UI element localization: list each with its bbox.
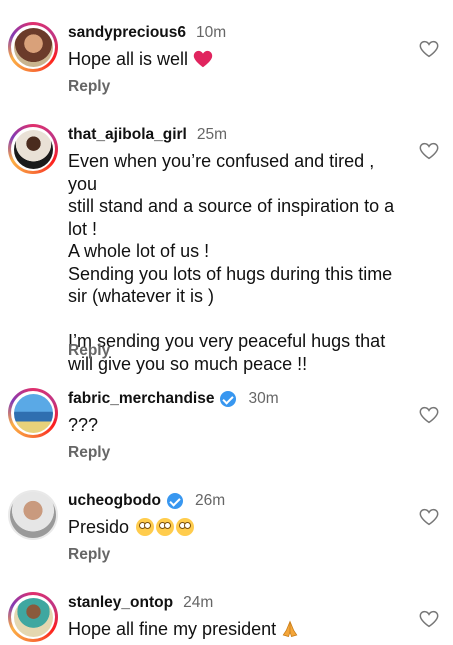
avatar[interactable]: [8, 124, 58, 174]
verified-badge-icon: [220, 391, 237, 407]
verified-badge-icon: [167, 493, 183, 509]
username[interactable]: ucheogbodo: [68, 492, 161, 510]
timestamp: 26m: [195, 492, 226, 509]
rolling-eyes-emoji-icon: [176, 518, 195, 536]
comment-list: sandyprecious6 10m Hope all is well Repl…: [0, 0, 453, 645]
comment-text: Hope all fine my president: [68, 618, 408, 641]
like-heart-icon[interactable]: [419, 40, 439, 58]
like-heart-icon[interactable]: [419, 610, 439, 628]
comment-text: Presido: [68, 516, 408, 539]
comment-text: Even when you’re confused and tired , yo…: [68, 151, 395, 374]
red-heart-emoji-icon: [193, 50, 213, 68]
like-heart-icon[interactable]: [419, 508, 439, 526]
avatar[interactable]: [8, 22, 58, 72]
username[interactable]: fabric_merchandise: [68, 390, 214, 408]
rolling-eyes-emoji-icon: [136, 518, 155, 536]
reply-button[interactable]: Reply: [68, 78, 110, 96]
avatar[interactable]: [8, 388, 58, 438]
reply-button[interactable]: Reply: [68, 546, 110, 564]
rolling-eyes-emoji-icon: [156, 518, 175, 536]
username[interactable]: sandyprecious6: [68, 24, 186, 42]
timestamp: 30m: [248, 390, 279, 407]
reply-button[interactable]: Reply: [68, 342, 110, 360]
like-heart-icon[interactable]: [419, 406, 439, 424]
username[interactable]: stanley_ontop: [68, 594, 173, 612]
timestamp: 10m: [196, 24, 227, 41]
username[interactable]: that_ajibola_girl: [68, 126, 187, 144]
comment-text: ???: [68, 415, 99, 435]
timestamp: 24m: [183, 594, 214, 611]
avatar[interactable]: [8, 592, 58, 642]
like-heart-icon[interactable]: [419, 142, 439, 160]
folded-hands-emoji-icon: [282, 620, 298, 637]
comment-text: Hope all is well: [68, 48, 408, 71]
timestamp: 25m: [196, 126, 228, 143]
reply-button[interactable]: Reply: [68, 444, 110, 462]
avatar[interactable]: [8, 490, 58, 540]
